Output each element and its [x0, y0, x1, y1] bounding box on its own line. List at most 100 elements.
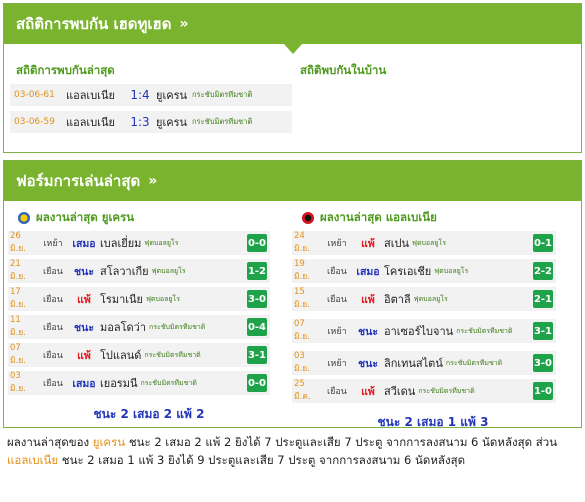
- h2h-competition: กระชับมิตรทีมชาติ: [192, 117, 253, 126]
- form-result: แพ้: [361, 237, 375, 250]
- form-home-away: เยือน: [327, 267, 347, 277]
- chevron-right-icon: »: [179, 16, 189, 32]
- form-row[interactable]: 24 มิ.ย. เหย้า แพ้ สเปน ฟุตบอลยูโร: [292, 231, 556, 255]
- form-competition: กระชับมิตรทีมชาติ: [144, 350, 201, 359]
- form-row[interactable]: 07 มิ.ย. เหย้า ชนะ อาเซอร์ไบจาน กระชับมิตรที…: [292, 319, 556, 343]
- left-team-title-text: ผลงานล่าสุด ยูเครน: [36, 210, 135, 224]
- footer-part-1: ผลงานล่าสุดของ: [7, 435, 93, 449]
- h2h-panel: สถิติการพบกัน เฮดทูเฮด » สถิติการพบกันล่…: [3, 3, 582, 153]
- h2h-team-home: แอลเบเนีย: [66, 89, 115, 102]
- form-date: 11 มิ.ย.: [10, 315, 26, 338]
- form-date: 07 มิ.ย.: [10, 343, 26, 366]
- h2h-team-away: ยูเครน: [156, 89, 187, 102]
- form-opponent: สวีเดน: [384, 385, 416, 398]
- form-panel: ฟอร์มการเล่นล่าสุด » ผลงานล่าสุด ยูเครน …: [3, 160, 582, 429]
- form-summary-paragraph: ผลงานล่าสุดของ ยูเครน ชนะ 2 เสมอ 2 แพ้ 2…: [7, 433, 579, 469]
- form-row[interactable]: 19 มิ.ย. เยือน เสมอ โครเอเชีย ฟุตบอลยูโร: [292, 259, 556, 283]
- form-result: แพ้: [361, 385, 375, 398]
- form-competition: กระชับมิตรทีมชาติ: [445, 358, 503, 367]
- form-opponent: โปแลนด์: [100, 349, 142, 362]
- form-home-away: เยือน: [43, 379, 63, 389]
- form-result: แพ้: [361, 293, 375, 306]
- form-row[interactable]: 17 มิ.ย. เยือน แพ้ โรมาเนีย ฟุตบอลยูโร: [8, 287, 270, 311]
- ukraine-crest-icon: [18, 212, 30, 224]
- form-row[interactable]: 07 มิ.ย. เยือน แพ้ โปแลนด์ กระชับมิตรทีมชาติ: [8, 343, 270, 367]
- form-score-box: 1-2: [247, 262, 267, 280]
- form-home-away: เยือน: [327, 387, 347, 397]
- h2h-header-title: สถิติการพบกัน เฮดทูเฮด: [16, 15, 172, 33]
- form-score-box: 0-4: [247, 318, 267, 336]
- form-result: ชนะ: [74, 321, 94, 334]
- form-score-box: 0-0: [247, 374, 267, 392]
- h2h-header[interactable]: สถิติการพบกัน เฮดทูเฮด »: [4, 4, 581, 44]
- form-opponent: โครเอเชีย: [384, 265, 432, 278]
- form-opponent: สเปน: [384, 237, 409, 250]
- form-competition: ฟุตบอลยูโร: [145, 294, 181, 303]
- form-date: 19 มิ.ย.: [294, 259, 310, 282]
- h2h-date: 03-06-59: [14, 117, 55, 127]
- h2h-score: 1:4: [130, 88, 150, 102]
- form-row[interactable]: 26 มิ.ย. เหย้า เสมอ เบลเยี่ยม ฟุตบอลยูโร: [8, 231, 270, 255]
- right-team-title: ผลงานล่าสุด แอลเบเนีย: [302, 209, 437, 227]
- h2h-score: 1:3: [130, 115, 150, 129]
- form-score-box: 2-1: [533, 290, 553, 308]
- form-date: 24 มิ.ย.: [294, 231, 310, 254]
- form-opponent: มอลโดว่า: [100, 321, 147, 334]
- form-date: 26 มิ.ย.: [10, 231, 26, 254]
- right-form-summary: ชนะ 2 เสมอ 1 แพ้ 3: [377, 415, 489, 429]
- form-result: แพ้: [77, 349, 91, 362]
- home-h2h-title: สถิติพบกันในบ้าน: [300, 63, 387, 77]
- form-row[interactable]: 25 มี.ค. เยือน แพ้ สวีเดน กระชับมิตรทีมชาติ: [292, 379, 556, 403]
- h2h-header-notch: [284, 44, 302, 54]
- form-row[interactable]: 21 มิ.ย. เยือน ชนะ สโลวาเกีย ฟุตบอลยูโร: [8, 259, 270, 283]
- chevron-right-icon: »: [148, 173, 158, 189]
- form-score-box: 3-1: [533, 322, 553, 340]
- form-score-box: 3-0: [533, 354, 553, 372]
- form-date: 25 มี.ค.: [294, 379, 311, 402]
- form-home-away: เยือน: [43, 323, 63, 333]
- form-date: 03 มิ.ย.: [10, 371, 26, 394]
- form-date: 17 มิ.ย.: [10, 287, 26, 310]
- recent-h2h-title: สถิติการพบกันล่าสุด: [16, 63, 115, 77]
- form-date: 07 มิ.ย.: [294, 319, 310, 342]
- form-result: เสมอ: [356, 265, 380, 278]
- form-score-box: 3-0: [247, 290, 267, 308]
- form-competition: ฟุตบอลยูโร: [434, 266, 469, 275]
- h2h-date: 03-06-61: [14, 90, 55, 100]
- form-opponent: ลิกเทนสไตน์: [384, 357, 443, 370]
- form-score-box: 3-1: [247, 346, 267, 364]
- left-form-summary: ชนะ 2 เสมอ 2 แพ้ 2: [93, 407, 205, 421]
- form-row[interactable]: 15 มิ.ย. เยือน แพ้ อิตาลี ฟุตบอลยูโร: [292, 287, 556, 311]
- form-date: 21 มิ.ย.: [10, 259, 26, 282]
- form-opponent: โรมาเนีย: [100, 293, 143, 306]
- form-row[interactable]: 11 มิ.ย. เยือน ชนะ มอลโดว่า กระชับมิตรทีมชาต…: [8, 315, 270, 339]
- form-opponent: เบลเยี่ยม: [100, 237, 142, 250]
- form-home-away: เหย้า: [43, 239, 63, 249]
- form-competition: ฟุตบอลยูโร: [144, 238, 179, 247]
- h2h-match-row[interactable]: 03-06-61 แอลเบเนีย 1:4 ยูเครน กระชับมิตรทีมช…: [10, 84, 292, 106]
- form-competition: กระชับมิตรทีมชาติ: [149, 322, 206, 331]
- h2h-match-row[interactable]: 03-06-59 แอลเบเนีย 1:3 ยูเครน กระชับมิตรทีมช…: [10, 111, 292, 133]
- form-result: ชนะ: [358, 325, 378, 338]
- form-competition: ฟุตบอลยูโร: [413, 294, 448, 303]
- left-team-title: ผลงานล่าสุด ยูเครน: [18, 209, 134, 227]
- footer-team-1: ยูเครน: [92, 435, 126, 449]
- form-row[interactable]: 03 มิ.ย. เยือน เสมอ เยอรมนี กระชับมิตรทีมชาต…: [8, 371, 270, 395]
- footer-part-2: ชนะ 2 เสมอ 2 แพ้ 2 ยิงได้ 7 ประตูและเสีย…: [125, 435, 558, 449]
- right-team-title-text: ผลงานล่าสุด แอลเบเนีย: [320, 210, 437, 224]
- h2h-team-away: ยูเครน: [156, 116, 187, 129]
- form-result: ชนะ: [358, 357, 378, 370]
- footer-team-2: แอลเบเนีย: [7, 453, 59, 467]
- form-header-title: ฟอร์มการเล่นล่าสุด: [16, 172, 141, 190]
- form-header[interactable]: ฟอร์มการเล่นล่าสุด »: [4, 161, 581, 201]
- h2h-competition: กระชับมิตรทีมชาติ: [192, 90, 253, 99]
- form-score-box: 0-1: [533, 234, 553, 252]
- form-score-box: 2-2: [533, 262, 553, 280]
- form-result: แพ้: [77, 293, 91, 306]
- form-score-box: 0-0: [247, 234, 267, 252]
- form-opponent: เยอรมนี: [100, 377, 138, 390]
- form-row[interactable]: 03 มิ.ย. เหย้า ชนะ ลิกเทนสไตน์ กระชับมิตรทีม…: [292, 351, 556, 375]
- form-home-away: เยือน: [327, 295, 347, 305]
- form-home-away: เหย้า: [327, 239, 347, 249]
- form-opponent: อิตาลี: [384, 293, 411, 306]
